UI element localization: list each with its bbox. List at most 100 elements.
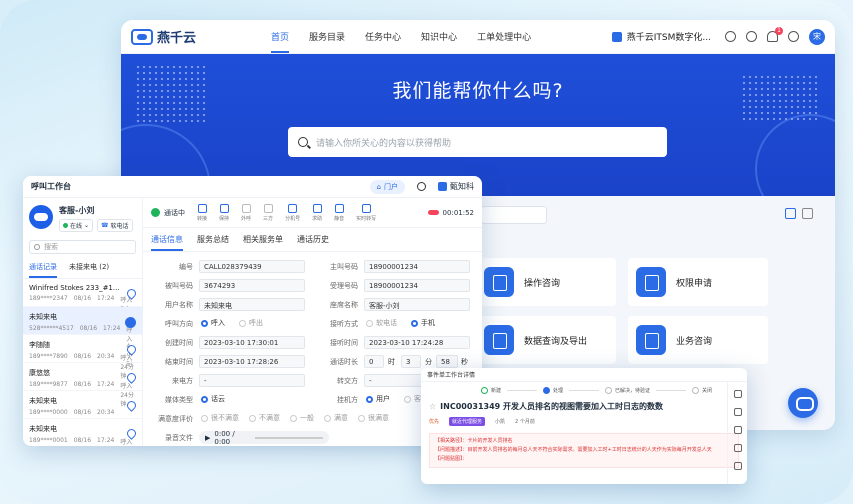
bell-icon[interactable]: 1 — [767, 27, 783, 42]
call-record-item[interactable]: 未知来电 189****0001 08/16 17:24 呼入24分钟 — [23, 419, 142, 446]
radio-label: 一般 — [300, 414, 314, 422]
portal-button[interactable]: ⌂ 门户 — [369, 179, 405, 194]
audio-player[interactable]: ▶ 0:00 / 0:00 — [199, 430, 329, 446]
portal-search-input[interactable]: 请输入你所关心的内容以获得帮助 — [288, 127, 667, 157]
tab-call-history[interactable]: 通话历史 — [297, 234, 329, 251]
field-created-time[interactable]: 2023-03-10 17:30:01 — [199, 336, 305, 349]
mute-button[interactable]: 静音 — [334, 203, 344, 222]
duration-hours[interactable]: 0 — [364, 355, 384, 368]
field-user-name[interactable]: 未知来电 — [199, 298, 305, 311]
clock-icon[interactable] — [746, 31, 757, 42]
field-caller-party[interactable]: - — [199, 374, 305, 387]
field-callee[interactable]: 3674293 — [199, 279, 305, 292]
service-card[interactable]: 权限申请 — [628, 258, 768, 306]
chat-assistant-button[interactable] — [788, 388, 818, 418]
call-record-item[interactable]: 未知来电 528******4517 08/16 17:24 呼入4小时 — [23, 307, 142, 368]
add-icon[interactable] — [725, 31, 736, 42]
transfer-button[interactable]: 转接 — [197, 203, 207, 222]
field-end-time[interactable]: 2023-03-10 17:28:26 — [199, 355, 305, 368]
play-icon[interactable]: ▶ — [205, 434, 210, 442]
grid-view-icon[interactable] — [785, 208, 796, 219]
radio-option[interactable]: 很满意 — [358, 413, 389, 423]
field-caller-number[interactable]: 18900001234 — [364, 260, 470, 273]
hangup-party-radio[interactable]: 用户客服 — [366, 394, 428, 404]
record-date: 08/16 — [73, 437, 92, 444]
field-answer-time[interactable]: 2023-03-10 17:24:28 — [364, 336, 470, 349]
record-meta: 189****0001 08/16 17:24 呼入24分钟 — [29, 437, 136, 446]
star-icon[interactable]: ☆ — [429, 402, 436, 411]
tab-call-info[interactable]: 通话信息 — [151, 234, 183, 251]
outbound-icon — [241, 203, 251, 213]
transcribe-button[interactable]: 实时转写 — [356, 203, 376, 222]
record-icon[interactable] — [733, 462, 742, 470]
duration-minutes[interactable]: 3 — [401, 355, 421, 368]
outbound-button[interactable]: 外呼 — [241, 203, 251, 222]
call-sidebar: 客服-小刘 在线 ⌄ ☎ 软电话 搜索 通话记录 未接来电 (2) Winifred… — [23, 198, 143, 446]
radio-option[interactable]: 很不满意 — [201, 413, 239, 423]
three-way-button[interactable]: 三方 — [263, 203, 273, 222]
call-record-item[interactable]: 康悠悠 189****9877 08/16 17:24 呼入24分钟 — [23, 363, 142, 408]
user-avatar[interactable]: 宋 — [809, 28, 825, 45]
call-back-icon[interactable] — [125, 317, 136, 328]
radio-outbound[interactable]: 呼出 — [239, 318, 263, 328]
record-search-input[interactable]: 搜索 — [29, 240, 136, 254]
help-button[interactable]: 求助 — [312, 203, 322, 222]
tab-missed-calls[interactable]: 未接来电 (2) — [69, 262, 109, 278]
media-type[interactable]: 话云 — [201, 394, 225, 404]
radio-option[interactable]: 一般 — [290, 413, 314, 423]
audio-progress[interactable] — [255, 436, 323, 439]
nav-ticket-center[interactable]: 工单处理中心 — [477, 20, 531, 53]
field-seat-name[interactable]: 客服-小刘 — [364, 298, 470, 311]
duration-seconds[interactable]: 58 — [436, 355, 458, 368]
ticket-title-row: ☆ INC00031349 开发人员排名的视图需要加入工时日志的数数 — [421, 399, 747, 414]
step-label: 关闭 — [702, 388, 713, 394]
user-menu[interactable]: 甄知科 — [438, 181, 474, 192]
nav-knowledge-center[interactable]: 知识中心 — [421, 20, 457, 53]
tab-related-tickets[interactable]: 相关服务单 — [243, 234, 283, 251]
hold-icon — [219, 203, 229, 213]
call-record-item[interactable]: 未知来电 189****0000 08/16 20:34 — [23, 391, 142, 419]
extension-button[interactable]: 分机号 — [285, 203, 300, 222]
call-record-item[interactable]: 李随随 189****7890 08/16 20:34 呼入24分钟 — [23, 335, 142, 380]
nav-task-center[interactable]: 任务中心 — [365, 20, 401, 53]
radio-option[interactable]: 满意 — [324, 413, 348, 423]
radio-softphone[interactable]: 软电话 — [366, 318, 397, 328]
service-card[interactable]: 操作咨询 — [476, 258, 616, 306]
direction-radio[interactable]: 呼入 呼出 — [201, 318, 263, 328]
tenant-switcher[interactable]: 燕千云ITSM数字化... — [611, 30, 711, 43]
assignee[interactable]: 小凯 — [495, 418, 505, 425]
radio-option[interactable]: 不满意 — [249, 413, 280, 423]
agent-avatar — [29, 205, 53, 229]
radio-user[interactable]: 用户 — [366, 394, 390, 404]
help-icon[interactable] — [788, 31, 799, 42]
app-logo[interactable]: 燕千云 — [131, 27, 251, 46]
radio-media[interactable]: 话云 — [201, 394, 225, 404]
radio-inbound[interactable]: 呼入 — [201, 318, 225, 328]
field-label: 转交方 — [337, 377, 358, 385]
info-icon[interactable] — [733, 390, 742, 398]
call-record-item[interactable]: Winifred Stokes 233_#1... 189****2347 08/1… — [23, 279, 142, 322]
decor-circle — [755, 114, 835, 196]
service-card[interactable]: 业务咨询 — [628, 316, 768, 364]
field-call-id[interactable]: CALL028379439 — [199, 260, 305, 273]
tab-service-summary[interactable]: 服务总结 — [197, 234, 229, 251]
nav-home[interactable]: 首页 — [271, 20, 290, 53]
tab-call-records[interactable]: 通话记录 — [29, 262, 57, 278]
radio-mobile[interactable]: 手机 — [411, 318, 435, 328]
step-connector — [507, 390, 538, 391]
filter-input[interactable] — [481, 206, 547, 224]
hold-button[interactable]: 保持 — [219, 203, 229, 222]
answer-mode-radio[interactable]: 软电话 手机 — [366, 318, 435, 328]
status-dropdown[interactable]: 在线 ⌄ — [59, 219, 94, 232]
hangup-button[interactable]: 00:01:52 — [427, 209, 474, 217]
nav-service-catalog[interactable]: 服务目录 — [309, 20, 345, 53]
softphone-button[interactable]: ☎ 软电话 — [97, 219, 133, 232]
list-view-icon[interactable] — [802, 208, 813, 219]
search-icon[interactable] — [417, 182, 426, 191]
service-card[interactable]: 数据查询及导出 — [476, 316, 616, 364]
clock-icon[interactable] — [733, 408, 742, 416]
attachment-icon[interactable] — [733, 444, 742, 452]
log-icon[interactable] — [733, 426, 742, 434]
field-accept-number[interactable]: 18900001234 — [364, 279, 470, 292]
satisfaction-radio[interactable]: 很不满意 不满意 一般 满意 很满意 — [201, 413, 389, 423]
